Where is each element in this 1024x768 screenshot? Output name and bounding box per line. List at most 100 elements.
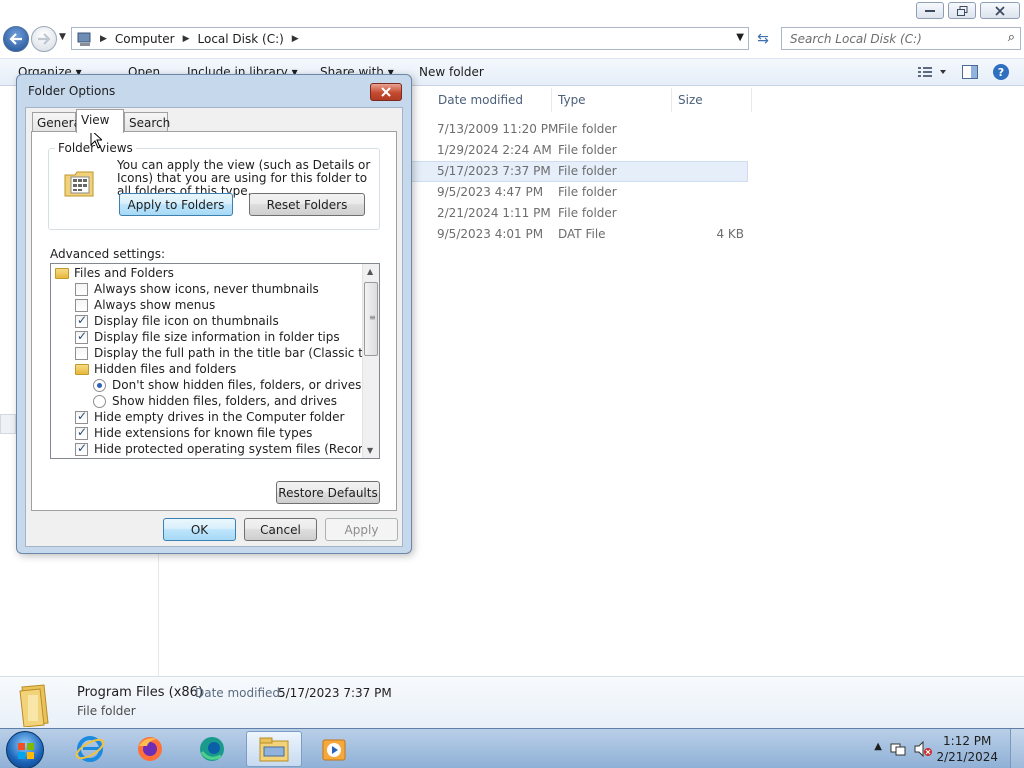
- checkbox-checked[interactable]: [75, 329, 88, 344]
- checkbox-checked[interactable]: [75, 425, 88, 440]
- help-button[interactable]: ?: [992, 63, 1010, 84]
- start-button[interactable]: [6, 731, 44, 768]
- explorer-titlebar: [0, 0, 1024, 24]
- setting-hide-protected-os-files[interactable]: Hide protected operating system files (R…: [75, 441, 379, 457]
- breadcrumb-separator[interactable]: ▶: [183, 34, 190, 44]
- internet-explorer-icon: [75, 736, 105, 762]
- restore-defaults-button[interactable]: Restore Defaults: [276, 481, 380, 504]
- preview-pane-icon: [962, 65, 978, 79]
- address-bar-row: ▼ ▶ Computer ▶ Local Disk (C:) ▶ ▼ ⇆ Sea…: [0, 24, 1024, 54]
- settings-category-hidden-files: Hidden files and folders: [75, 361, 236, 377]
- reset-folders-button[interactable]: Reset Folders: [249, 193, 365, 216]
- change-view-button[interactable]: [918, 66, 948, 81]
- scroll-up-arrow-icon[interactable]: ▲: [367, 267, 373, 276]
- setting-label: Always show menus: [94, 298, 216, 312]
- close-icon: [381, 87, 391, 97]
- forward-button[interactable]: [31, 26, 57, 52]
- back-arrow-icon: [9, 33, 22, 45]
- selected-item-name: Program Files (x86): [77, 685, 204, 700]
- tab-search[interactable]: Search: [124, 112, 170, 133]
- tab-view[interactable]: View: [76, 109, 124, 133]
- setting-hide-empty-drives[interactable]: Hide empty drives in the Computer folder: [75, 409, 344, 425]
- column-size[interactable]: Size: [672, 88, 752, 112]
- refresh-icon: ⇆: [757, 30, 769, 47]
- checkbox-checked[interactable]: [75, 409, 88, 424]
- breadcrumb-separator[interactable]: ▶: [292, 34, 299, 44]
- clock-date: 2/21/2024: [936, 750, 998, 764]
- scroll-down-arrow-icon[interactable]: ▼: [367, 446, 373, 455]
- radio[interactable]: [93, 394, 106, 408]
- preview-pane-button[interactable]: [962, 65, 978, 82]
- address-history-dropdown[interactable]: ▼: [736, 32, 744, 43]
- folder-views-group: Folder views You can apply the view (suc…: [48, 141, 380, 230]
- breadcrumb-computer[interactable]: Computer: [115, 32, 175, 46]
- checkbox-checked[interactable]: [75, 441, 88, 456]
- apply-button[interactable]: Apply: [325, 518, 398, 541]
- show-desktop-button[interactable]: [1010, 729, 1024, 768]
- svg-text:?: ?: [998, 66, 1004, 79]
- system-clock[interactable]: 1:12 PM 2/21/2024: [936, 733, 998, 765]
- recent-pages-dropdown[interactable]: ▼: [59, 32, 66, 42]
- new-folder-button[interactable]: New folder: [419, 65, 484, 79]
- close-button[interactable]: [980, 2, 1020, 19]
- checkbox-checked[interactable]: [75, 313, 88, 328]
- setting-display-full-path[interactable]: Display the full path in the title bar (…: [75, 345, 379, 361]
- taskbar-firefox[interactable]: [122, 731, 178, 767]
- setting-always-show-menus[interactable]: Always show menus: [75, 297, 215, 313]
- back-button[interactable]: [3, 26, 29, 52]
- restore-button[interactable]: [948, 2, 976, 19]
- search-icon[interactable]: ⌕: [1008, 30, 1015, 45]
- taskbar-edge[interactable]: [184, 731, 240, 767]
- firefox-icon: [138, 737, 162, 761]
- tab-general[interactable]: General: [32, 112, 84, 133]
- taskbar-media-player[interactable]: [306, 731, 362, 767]
- setting-dont-show-hidden[interactable]: Don't show hidden files, folders, or dri…: [93, 377, 361, 393]
- column-type[interactable]: Type: [552, 88, 672, 112]
- minimize-icon: [925, 9, 935, 12]
- setting-display-file-icon[interactable]: Display file icon on thumbnails: [75, 313, 279, 329]
- breadcrumb-separator[interactable]: ▶: [100, 34, 107, 44]
- date-modified-label: Date modified:: [195, 686, 285, 700]
- radio-selected[interactable]: [93, 378, 106, 392]
- forward-arrow-icon: [38, 33, 51, 45]
- checkbox[interactable]: [75, 282, 88, 296]
- checkbox[interactable]: [75, 346, 88, 360]
- clock-time: 1:12 PM: [943, 734, 992, 748]
- taskbar-internet-explorer[interactable]: [62, 731, 118, 767]
- address-field[interactable]: ▶ Computer ▶ Local Disk (C:) ▶ ▼: [71, 27, 749, 50]
- help-icon: ?: [993, 64, 1009, 80]
- setting-show-hidden[interactable]: Show hidden files, folders, and drives: [93, 393, 337, 409]
- file-type: File folder: [558, 185, 617, 199]
- folder-icon: [75, 363, 89, 375]
- apply-to-folders-button[interactable]: Apply to Folders: [119, 193, 233, 216]
- setting-label: Files and Folders: [74, 266, 174, 280]
- setting-label: Display file size information in folder …: [94, 330, 340, 344]
- navigation-pane-splitter[interactable]: [0, 414, 16, 434]
- column-date-modified[interactable]: Date modified: [432, 88, 552, 112]
- settings-scrollbar[interactable]: ▲ ≡ ▼: [362, 264, 379, 458]
- settings-category-files-and-folders: Files and Folders: [55, 265, 174, 281]
- advanced-settings-list[interactable]: Files and Folders Always show icons, nev…: [50, 263, 380, 459]
- edge-icon: [200, 737, 224, 761]
- refresh-button[interactable]: ⇆: [751, 27, 775, 50]
- setting-hide-extensions[interactable]: Hide extensions for known file types: [75, 425, 312, 441]
- show-hidden-icons-arrow-icon[interactable]: ▲: [874, 741, 882, 752]
- breadcrumb-local-disk[interactable]: Local Disk (C:): [198, 32, 284, 46]
- search-box[interactable]: Search Local Disk (C:) ⌕: [781, 27, 1021, 50]
- setting-always-show-icons[interactable]: Always show icons, never thumbnails: [75, 281, 319, 297]
- checkbox[interactable]: [75, 298, 88, 312]
- setting-display-file-size[interactable]: Display file size information in folder …: [75, 329, 340, 345]
- cancel-button[interactable]: Cancel: [244, 518, 317, 541]
- scrollbar-thumb[interactable]: ≡: [364, 282, 378, 356]
- windows-logo-icon: [18, 743, 34, 759]
- taskbar: ▲ 1:12 PM 2/21/2024: [0, 728, 1024, 768]
- volume-muted-icon[interactable]: [914, 741, 932, 757]
- view-list-icon: [918, 67, 946, 77]
- ok-button[interactable]: OK: [163, 518, 236, 541]
- taskbar-windows-explorer[interactable]: [246, 731, 302, 767]
- dialog-close-button[interactable]: [370, 83, 402, 101]
- file-date: 2/21/2024 1:11 PM: [437, 206, 551, 220]
- minimize-button[interactable]: [916, 2, 944, 19]
- network-icon[interactable]: [890, 741, 906, 757]
- computer-icon: [77, 32, 91, 46]
